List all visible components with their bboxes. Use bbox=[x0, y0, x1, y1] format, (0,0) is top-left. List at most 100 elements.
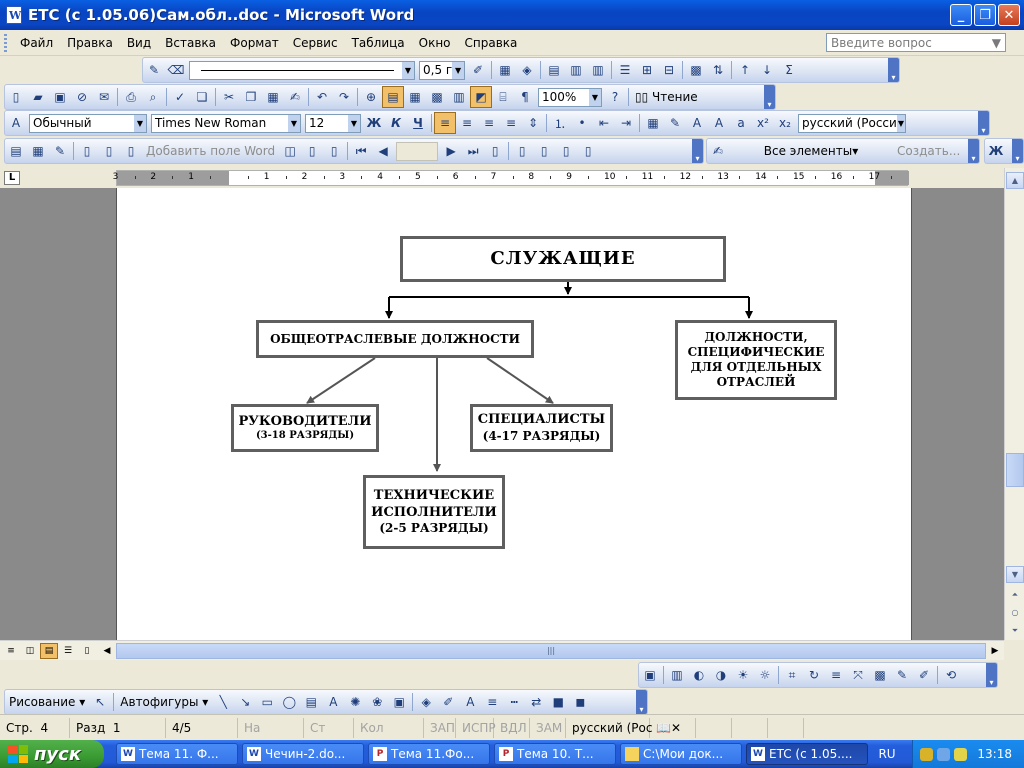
document-map-icon[interactable]: ⌸ bbox=[492, 86, 514, 108]
dropdown-arrow-icon[interactable]: ▼ bbox=[402, 61, 414, 79]
print-preview-icon[interactable]: ⌕ bbox=[142, 86, 164, 108]
menu-view[interactable]: Вид bbox=[120, 36, 158, 50]
menu-insert[interactable]: Вставка bbox=[158, 36, 223, 50]
outline-view-button[interactable]: ☰ bbox=[59, 643, 77, 659]
select-objects-icon[interactable]: ↖ bbox=[89, 691, 111, 713]
line-style-icon[interactable]: ≡ bbox=[481, 691, 503, 713]
scroll-left-button[interactable]: ◀ bbox=[98, 643, 116, 659]
root-box[interactable]: СЛУЖАЩИЕ bbox=[400, 236, 726, 282]
set-transparent-icon[interactable]: ✐ bbox=[913, 664, 935, 686]
scroll-up-button[interactable]: ▲ bbox=[1006, 172, 1024, 189]
new-document-icon[interactable]: ▯ bbox=[5, 86, 27, 108]
shield-icon[interactable] bbox=[920, 747, 934, 761]
email-icon[interactable]: ✉ bbox=[93, 86, 115, 108]
numbering-icon[interactable]: ⒈ bbox=[549, 112, 571, 134]
research-icon[interactable]: ❏ bbox=[191, 86, 213, 108]
outside-border-icon[interactable]: ▦ bbox=[494, 59, 516, 81]
status-spelling[interactable]: 📖✕ bbox=[650, 717, 696, 738]
close-button[interactable]: ✕ bbox=[998, 4, 1020, 26]
superscript-icon[interactable]: x² bbox=[752, 112, 774, 134]
line-weight-select[interactable]: 0,5 г ▼ bbox=[419, 60, 465, 80]
merge-email-icon[interactable]: ▯ bbox=[555, 140, 577, 162]
autoshapes-menu[interactable]: Автофигуры ▾ bbox=[116, 695, 212, 709]
menu-edit[interactable]: Правка bbox=[60, 36, 120, 50]
less-contrast-icon[interactable]: ◑ bbox=[710, 664, 732, 686]
font-select[interactable]: Times New Roman ▼ bbox=[151, 113, 301, 133]
tables-borders-icon[interactable]: ▤ bbox=[382, 86, 404, 108]
help-icon[interactable]: ? bbox=[604, 86, 626, 108]
normal-view-button[interactable]: ≡ bbox=[2, 643, 20, 659]
status-ovr[interactable]: ЗАМ bbox=[530, 717, 566, 738]
network-icon[interactable] bbox=[937, 747, 951, 761]
styles-formatting-icon[interactable]: A bbox=[5, 112, 27, 134]
last-record-icon[interactable]: ⏭ bbox=[462, 140, 484, 162]
italic-button[interactable]: К bbox=[385, 112, 407, 134]
hyperlink-icon[interactable]: ⊕ bbox=[360, 86, 382, 108]
merge-icon[interactable]: ▯ bbox=[484, 140, 506, 162]
underline-button[interactable]: Ч bbox=[407, 112, 429, 134]
task-button-3[interactable]: P Тема 11.Фо... bbox=[368, 743, 490, 765]
word-doc-icon[interactable]: W bbox=[6, 6, 22, 24]
dropdown-arrow-icon[interactable]: ▼ bbox=[589, 88, 601, 106]
edit-icon[interactable]: ✎ bbox=[49, 140, 71, 162]
horizontal-scroll-thumb[interactable]: ||| bbox=[116, 643, 986, 659]
menu-help[interactable]: Справка bbox=[458, 36, 525, 50]
insert-table-icon[interactable]: ▤ bbox=[543, 59, 565, 81]
specialists-box[interactable]: СПЕЦИАЛИСТЫ (4-17 РАЗРЯДЫ) bbox=[470, 404, 613, 452]
task-button-4[interactable]: P Тема 10. Т... bbox=[494, 743, 616, 765]
menu-window[interactable]: Окно bbox=[412, 36, 458, 50]
technicians-box[interactable]: ТЕХНИЧЕСКИЕ ИСПОЛНИТЕЛИ (2-5 РАЗРЯДЫ) bbox=[363, 475, 505, 549]
select-browse-object-button[interactable]: ○ bbox=[1006, 604, 1024, 621]
text-wrapping-icon[interactable]: ▩ bbox=[869, 664, 891, 686]
calendar-icon[interactable]: ▦ bbox=[27, 140, 49, 162]
sort-ascending-icon[interactable]: ↑ bbox=[734, 59, 756, 81]
toolbar-options-icon[interactable]: ▾ bbox=[636, 690, 647, 714]
line-icon[interactable]: ╲ bbox=[212, 691, 234, 713]
status-rec[interactable]: ЗАП bbox=[424, 717, 456, 738]
grow-font-icon[interactable]: A bbox=[708, 112, 730, 134]
task-button-2[interactable]: W Чечин-2.do... bbox=[242, 743, 364, 765]
drawing-toggle-icon[interactable]: ◩ bbox=[470, 86, 492, 108]
insert-table-icon[interactable]: ▦ bbox=[404, 86, 426, 108]
more-brightness-icon[interactable]: ☀ bbox=[732, 664, 754, 686]
oval-icon[interactable]: ◯ bbox=[278, 691, 300, 713]
eraser-icon[interactable]: ⌫ bbox=[165, 59, 187, 81]
shrink-font-icon[interactable]: a bbox=[730, 112, 752, 134]
increase-indent-icon[interactable]: ⇥ bbox=[615, 112, 637, 134]
title-bar[interactable]: W ETC (c 1.05.06)Сам.обл..doc - Microsof… bbox=[0, 0, 1024, 30]
security-icon[interactable] bbox=[954, 747, 968, 761]
fill-color-icon[interactable]: ◈ bbox=[415, 691, 437, 713]
columns-icon[interactable]: ▥ bbox=[448, 86, 470, 108]
align-right-icon[interactable]: ≡ bbox=[478, 112, 500, 134]
shadow-style-icon[interactable]: ■ bbox=[547, 691, 569, 713]
start-button[interactable]: пуск bbox=[0, 740, 104, 768]
task-button-5[interactable]: C:\Мои док... bbox=[620, 743, 742, 765]
restore-button[interactable]: ❐ bbox=[974, 4, 996, 26]
scroll-down-button[interactable]: ▼ bbox=[1006, 566, 1024, 583]
page-icon[interactable]: ▯ bbox=[98, 140, 120, 162]
page-icon[interactable]: ▯ bbox=[76, 140, 98, 162]
bullets-icon[interactable]: • bbox=[571, 112, 593, 134]
status-trk[interactable]: ИСПР bbox=[456, 717, 496, 738]
tab-selector[interactable]: L bbox=[4, 171, 20, 185]
dropdown-arrow-icon[interactable]: ▼ bbox=[896, 114, 905, 132]
toolbar-options-icon[interactable]: ▾ bbox=[888, 58, 899, 82]
align-center-icon[interactable]: ≡ bbox=[456, 112, 478, 134]
border-color-icon[interactable]: ✐ bbox=[467, 59, 489, 81]
specific-positions-box[interactable]: ДОЛЖНОСТИ, СПЕЦИФИЧЕСКИЕ ДЛЯ ОТДЕЛЬНЫХ О… bbox=[675, 320, 837, 400]
task-button-6[interactable]: W ETC (c 1.05.... bbox=[746, 743, 868, 765]
previous-record-icon[interactable]: ◀ bbox=[372, 140, 394, 162]
bold-button[interactable]: Ж bbox=[363, 112, 385, 134]
abc-icon[interactable]: ◫ bbox=[279, 140, 301, 162]
shading-color-icon[interactable]: ◈ bbox=[516, 59, 538, 81]
merge-fax-icon[interactable]: ▯ bbox=[577, 140, 599, 162]
dropdown-arrow-icon[interactable]: ▼ bbox=[288, 114, 300, 132]
more-contrast-icon[interactable]: ◐ bbox=[688, 664, 710, 686]
merge-cells-icon[interactable]: ▥ bbox=[565, 59, 587, 81]
insert-excel-icon[interactable]: ▩ bbox=[426, 86, 448, 108]
wordart-icon[interactable]: A bbox=[322, 691, 344, 713]
help-search-input[interactable]: Введите вопрос ▼ bbox=[826, 33, 1006, 52]
managers-box[interactable]: РУКОВОДИТЕЛИ (3-18 РАЗРЯДЫ) bbox=[231, 404, 379, 452]
borders-icon[interactable]: ▦ bbox=[642, 112, 664, 134]
decrease-indent-icon[interactable]: ⇤ bbox=[593, 112, 615, 134]
